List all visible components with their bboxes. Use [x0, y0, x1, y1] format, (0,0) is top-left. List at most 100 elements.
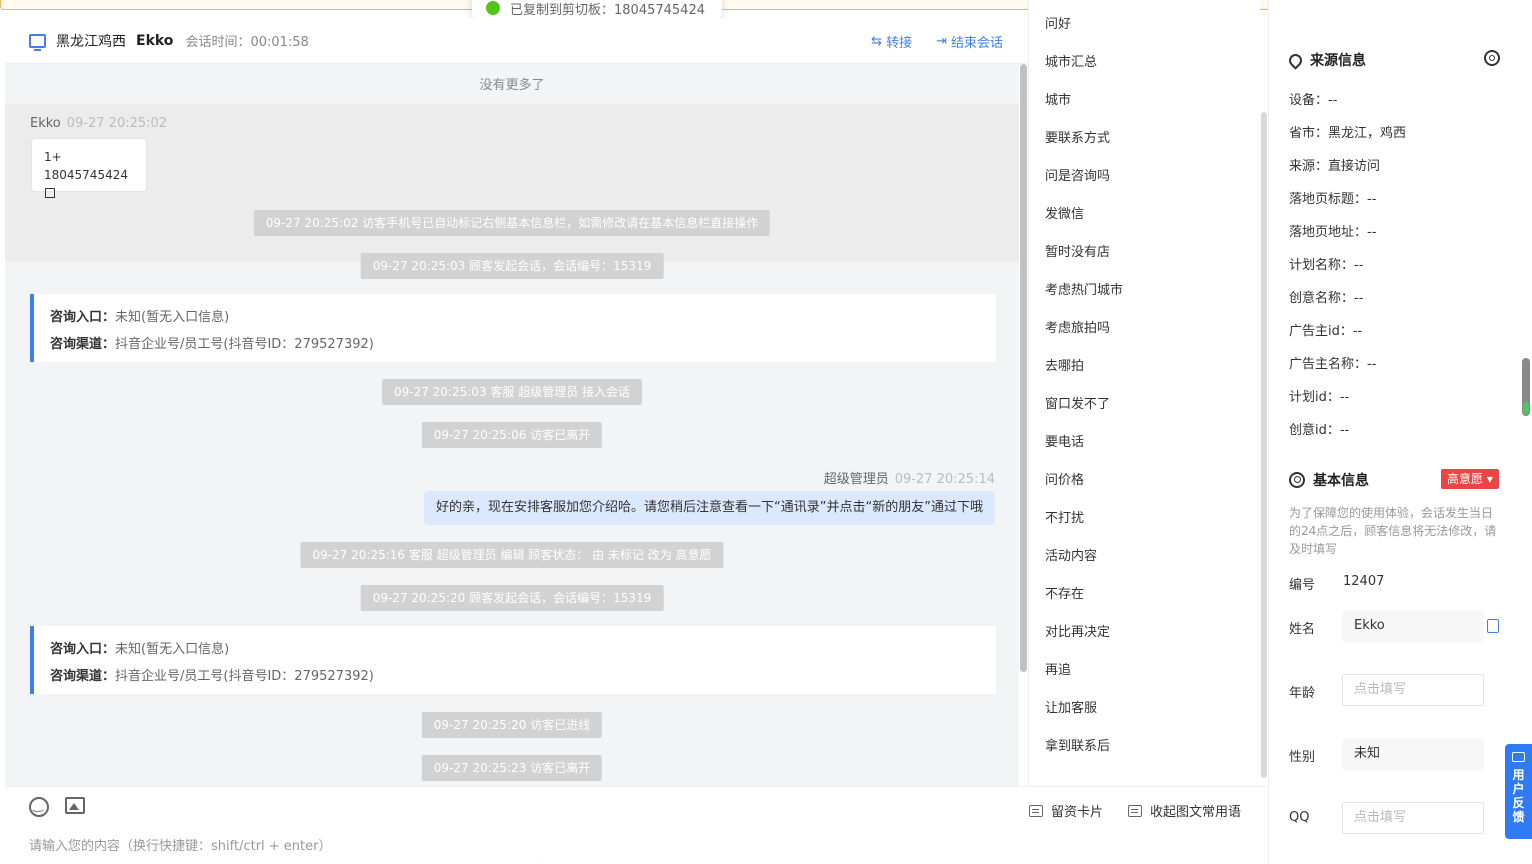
no-more-text: 没有更多了: [479, 78, 545, 93]
collapse-phrases-button[interactable]: 收起图文常用语: [1128, 801, 1241, 820]
quick-reply-item[interactable]: 再追: [1045, 659, 1071, 678]
quick-reply-item[interactable]: 不打扰: [1045, 507, 1084, 526]
end-session-label: 结束会话: [950, 35, 1003, 51]
source-info-row: 来源：直接访问: [1289, 159, 1381, 174]
exit-icon: ⇥: [936, 33, 947, 49]
source-info-row: 创意名称：--: [1289, 291, 1364, 306]
quick-reply-item[interactable]: 活动内容: [1045, 545, 1097, 564]
quick-reply-item[interactable]: 问是咨询吗: [1045, 165, 1110, 184]
quick-reply-item[interactable]: 窗口发不了: [1045, 393, 1110, 412]
source-info-row: 设备：--: [1289, 93, 1338, 108]
toast-text: 已复制到剪切板：18045745424: [510, 2, 705, 18]
gender-label: 性别: [1289, 750, 1316, 765]
consult-info-card: 咨询入口：未知(暂无入口信息) 咨询渠道：抖音企业号/员工号(抖音号ID：279…: [30, 294, 996, 362]
visitor-message-block: Ekko 09-27 20:25:02 1+ 18045745424: [5, 104, 1019, 262]
emoji-icon[interactable]: [29, 797, 49, 817]
quick-reply-item[interactable]: 不存在: [1045, 583, 1084, 602]
quick-reply-item[interactable]: 城市汇总: [1045, 51, 1097, 70]
quick-reply-list: 问好城市汇总城市要联系方式问是咨询吗发微信暂时没有店考虑热门城市 考虑旅拍吗去哪拍…: [1028, 0, 1260, 786]
system-message: 09-27 20:25:02 访客手机号已自动标记右侧基本信息栏，如需修改请在基…: [253, 210, 771, 236]
copy-icon[interactable]: [45, 188, 55, 198]
end-session-button[interactable]: ⇥ 结束会话: [936, 32, 1003, 51]
name-field[interactable]: Ekko: [1342, 610, 1484, 642]
visitor-message-time: 09-27 20:25:02: [66, 116, 168, 131]
visitor-message-bubble: 1+ 18045745424: [31, 138, 147, 198]
user-icon: [1289, 472, 1305, 488]
check-circle-icon: [486, 1, 500, 15]
quick-reply-item[interactable]: 对比再决定: [1045, 621, 1110, 640]
source-info-row: 广告主名称：--: [1289, 357, 1377, 372]
gender-select[interactable]: 未知: [1342, 738, 1484, 770]
channel-label: 咨询渠道：: [50, 337, 116, 352]
system-message: 09-27 20:25:03 顾客发起会话，会话编号：15319: [360, 253, 664, 279]
copy-toast: 已复制到剪切板：18045745424: [472, 0, 722, 18]
quick-reply-item[interactable]: 暂时没有店: [1045, 241, 1110, 260]
chat-scrollbar[interactable]: [1020, 64, 1027, 672]
agent-message-time: 09-27 20:25:14: [894, 472, 995, 487]
source-info-row: 落地页地址：--: [1289, 225, 1377, 240]
feedback-label: 用户反馈: [1512, 768, 1525, 824]
message-icon: [1512, 752, 1525, 762]
quick-reply-item[interactable]: 问价格: [1045, 469, 1084, 488]
desktop-icon: [29, 33, 46, 51]
quick-reply-item[interactable]: 要电话: [1045, 431, 1084, 450]
system-message: 09-27 20:25:03 客服 超级管理员 接入会话: [381, 379, 643, 405]
session-time: 会话时间：00:01:58: [185, 35, 309, 50]
edit-notice: 为了保障您的使用体验，会话发生当日的24点之后，顾客信息将无法修改，请及时填写: [1289, 506, 1497, 556]
source-info-row: 省市：黑龙江，鸡西: [1289, 126, 1407, 141]
quick-reply-scrollbar[interactable]: [1261, 112, 1267, 778]
source-info-row: 计划名称：--: [1289, 258, 1364, 273]
image-icon[interactable]: [65, 797, 85, 814]
quick-reply-item[interactable]: 城市: [1045, 89, 1071, 108]
qq-field[interactable]: 点击填写: [1342, 802, 1484, 834]
chat-messages[interactable]: 没有更多了 Ekko 09-27 20:25:02 1+ 18045745424 …: [5, 64, 1019, 786]
source-info-row: 广告主id：--: [1289, 324, 1363, 339]
visitor-sender: Ekko: [30, 116, 61, 131]
source-info-row: 落地页标题：--: [1289, 192, 1377, 207]
visitor-location: 黑龙江鸡西: [56, 33, 126, 50]
age-field[interactable]: 点击填写: [1342, 674, 1484, 706]
quick-reply-item[interactable]: 考虑热门城市: [1045, 279, 1123, 298]
quick-reply-item[interactable]: 去哪拍: [1045, 355, 1084, 374]
intent-status-dropdown[interactable]: 高意愿 ▾: [1441, 469, 1499, 489]
transfer-button[interactable]: ⇆ 转接: [871, 32, 912, 51]
phrases-icon: [1128, 804, 1142, 817]
overlay-lyric-text: 对你的爱 爱 爱 望断了天涯: [385, 850, 604, 864]
consult-info-card: 咨询入口：未知(暂无入口信息) 咨询渠道：抖音企业号/员工号(抖音号ID：279…: [30, 626, 996, 694]
id-value: 12407: [1343, 574, 1385, 589]
system-message: 09-27 20:25:06 访客已离开: [421, 422, 603, 448]
visitor-message-meta: Ekko 09-27 20:25:02: [30, 116, 167, 131]
visitor-name: Ekko: [136, 32, 174, 49]
input-area: 留资卡片 收起图文常用语 请输入您的内容（换行快捷键：shift/ctrl + …: [5, 786, 1267, 864]
entry-value: 未知(暂无入口信息): [115, 642, 230, 657]
lead-card-button[interactable]: 留资卡片: [1029, 801, 1103, 820]
channel-value: 抖音企业号/员工号(抖音号ID：279527392): [115, 669, 374, 684]
user-feedback-button[interactable]: 用户反馈: [1505, 744, 1532, 839]
quick-reply-item[interactable]: 考虑旅拍吗: [1045, 317, 1110, 336]
quick-reply-item[interactable]: 问好: [1045, 13, 1071, 32]
quick-reply-item[interactable]: 要联系方式: [1045, 127, 1110, 146]
message-input[interactable]: 请输入您的内容（换行快捷键：shift/ctrl + enter）: [29, 835, 332, 854]
app-root: 已复制到剪切板：18045745424 黑龙江鸡西 Ekko 会话时间：00:0…: [0, 0, 1532, 864]
system-message: 09-27 20:25:20 顾客发起会话，会话编号：15319: [360, 585, 664, 611]
copy-icon[interactable]: [1487, 619, 1499, 633]
source-info-row: 创意id：--: [1289, 423, 1350, 438]
visitor-message-line1: 1+: [44, 150, 62, 164]
agent-message-meta: 超级管理员 09-27 20:25:14: [824, 468, 995, 487]
system-message: 09-27 20:25:20 访客已进线: [421, 712, 603, 738]
quick-reply-item[interactable]: 让加客服: [1045, 697, 1097, 716]
customer-info-panel: 来源信息 设备：-- 省市：黑龙江，鸡西 来源：直接访问 落地页标题：-- 落地页地址：…: [1268, 0, 1518, 864]
source-info-title-text: 来源信息: [1310, 53, 1366, 69]
name-label: 姓名: [1289, 622, 1316, 637]
visitor-message-phone: 18045745424: [44, 168, 128, 182]
view-icon[interactable]: [1480, 46, 1504, 70]
system-message: 09-27 20:25:16 客服 超级管理员 编辑 顾客状态： 由 未标记 改…: [300, 542, 724, 568]
basic-info-title: 基本信息: [1289, 470, 1369, 490]
header-actions: ⇆ 转接 ⇥ 结束会话: [871, 18, 1003, 64]
quick-reply-item[interactable]: 发微信: [1045, 203, 1084, 222]
page-scrollbar[interactable]: [1522, 358, 1530, 416]
collapse-phrases-label: 收起图文常用语: [1150, 805, 1242, 820]
transfer-label: 转接: [886, 35, 913, 51]
quick-reply-item[interactable]: 拿到联系后: [1045, 735, 1110, 754]
card-icon: [1029, 804, 1043, 817]
